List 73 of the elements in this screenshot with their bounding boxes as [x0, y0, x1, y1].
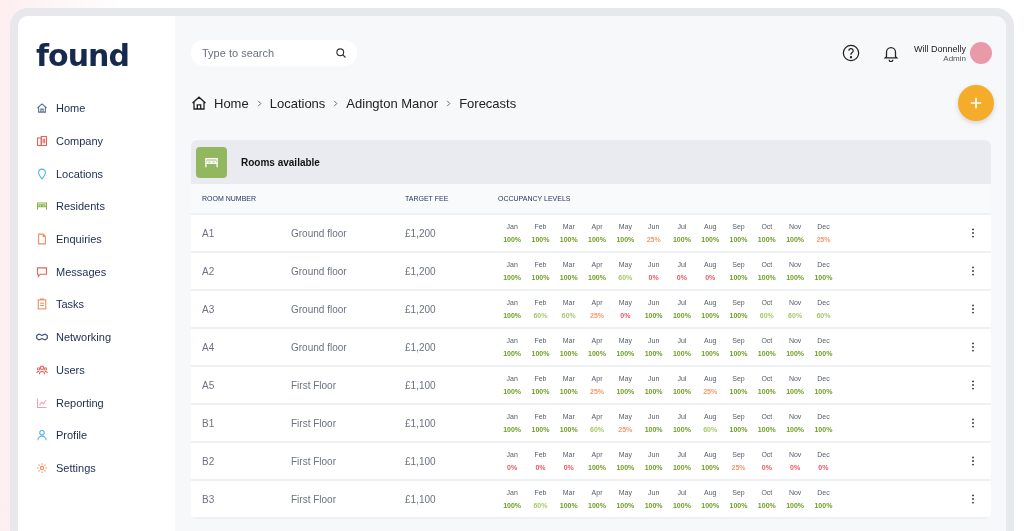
fee-cell-text: £1,200	[405, 341, 437, 353]
users-icon	[36, 363, 48, 376]
document-icon	[36, 233, 48, 246]
room-number: A2	[201, 265, 216, 277]
user-name: Will Donnelly	[914, 43, 966, 54]
user-role: Admin	[943, 53, 966, 63]
breadcrumb-link[interactable]: Adington Manor	[346, 95, 439, 111]
more-options-icon[interactable]	[971, 494, 975, 504]
clipboard-icon	[36, 298, 48, 311]
fee-cell-text: £1,200	[405, 227, 437, 239]
room-number: A3	[201, 303, 216, 315]
home-icon[interactable]	[191, 95, 207, 111]
sidebar-item[interactable]: Home	[36, 92, 175, 125]
fee-cell-text: £1,100	[405, 455, 437, 467]
room-number: B1	[201, 417, 216, 429]
room-number: A5	[201, 379, 216, 391]
breadcrumb-link[interactable]: Forecasts	[459, 95, 517, 111]
room-number: B2	[201, 455, 216, 467]
chevron-icon	[445, 99, 453, 107]
sidebar-item[interactable]: Locations	[36, 157, 175, 191]
room-number: A4	[201, 341, 216, 353]
speech-bubble-icon	[36, 265, 48, 278]
more-options-icon[interactable]	[971, 304, 975, 314]
chevron-icon	[332, 99, 340, 107]
floor-cell-text: First Floor	[291, 455, 337, 467]
bed-icon	[36, 200, 48, 213]
sidebar-item[interactable]: Company	[36, 124, 175, 158]
location-pin-icon	[36, 167, 48, 180]
fee-cell-text: £1,100	[405, 493, 437, 505]
sidebar-item[interactable]: Reporting	[36, 386, 175, 419]
floor-cell-text: Ground floor	[291, 341, 348, 353]
sidebar-item[interactable]: Users	[36, 353, 175, 387]
line-chart-icon	[36, 396, 48, 409]
sidebar-item[interactable]: Tasks	[36, 288, 175, 321]
card-title: Rooms available	[241, 156, 320, 168]
floor-cell-text: First Floor	[291, 417, 337, 429]
notification-bell-icon[interactable]	[882, 44, 900, 62]
sidebar-item[interactable]: Settings	[36, 451, 175, 485]
sidebar-item[interactable]: Networking	[36, 320, 175, 354]
sidebar-item[interactable]: Profile	[36, 418, 175, 452]
more-options-icon[interactable]	[971, 456, 975, 466]
floor-cell-text: First Floor	[291, 379, 337, 391]
sidebar-item[interactable]: Messages	[36, 255, 175, 289]
chevron-icon	[255, 99, 263, 107]
help-icon[interactable]	[842, 44, 860, 62]
floor-cell-text: Ground floor	[291, 303, 348, 315]
fee-cell-text: £1,100	[405, 379, 437, 391]
floor-cell-text: Ground floor	[291, 227, 348, 239]
breadcrumb-link[interactable]: Locations	[269, 95, 326, 111]
logo: found	[36, 38, 130, 74]
fee-cell-text: £1,200	[405, 265, 437, 277]
plus-icon	[970, 97, 982, 109]
room-number: B3	[201, 493, 216, 505]
more-options-icon[interactable]	[971, 228, 975, 238]
fee-cell-text: £1,200	[405, 303, 437, 315]
buildings-icon	[36, 135, 48, 148]
floor-cell-text: Ground floor	[291, 265, 348, 277]
more-options-icon[interactable]	[971, 418, 975, 428]
sidebar-item[interactable]: Enquiries	[36, 222, 175, 256]
floor-cell-text: First Floor	[291, 493, 337, 505]
more-options-icon[interactable]	[971, 342, 975, 352]
bed-icon	[196, 146, 227, 178]
home-icon	[36, 102, 48, 115]
fee-cell-text: £1,100	[405, 417, 437, 429]
room-number: A1	[201, 227, 216, 239]
more-options-icon[interactable]	[971, 266, 975, 276]
breadcrumb-link[interactable]: Home	[214, 95, 249, 111]
person-icon	[36, 429, 48, 442]
settings-icon	[36, 461, 48, 474]
search-icon	[335, 47, 347, 59]
sidebar-item[interactable]: Residents	[36, 190, 175, 223]
more-options-icon[interactable]	[971, 380, 975, 390]
search-field[interactable]: Type to search	[191, 40, 357, 66]
